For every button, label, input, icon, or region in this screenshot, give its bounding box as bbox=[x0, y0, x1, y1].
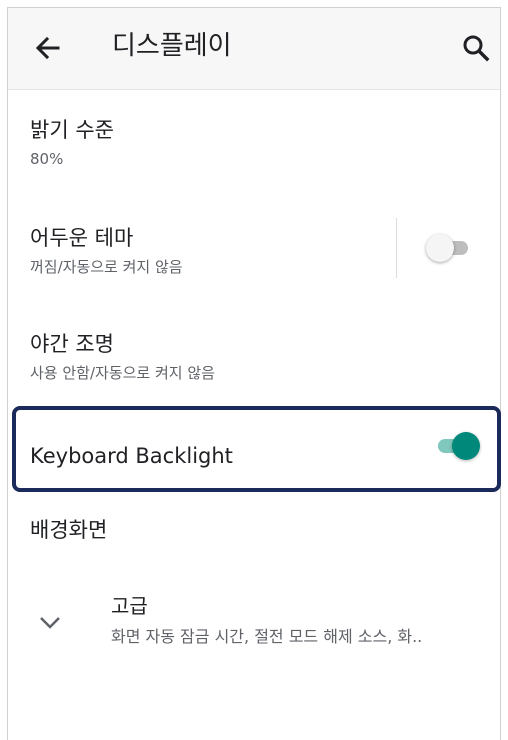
setting-brightness[interactable]: 밝기 수준 80% bbox=[8, 108, 500, 188]
setting-title: 고급 bbox=[111, 594, 148, 618]
setting-night-light[interactable]: 야간 조명 사용 안함/자동으로 켜지 않음 bbox=[8, 322, 500, 402]
setting-wallpaper[interactable]: 배경화면 bbox=[8, 510, 500, 570]
setting-title: 야간 조명 bbox=[30, 332, 114, 356]
page-title: 디스플레이 bbox=[112, 31, 232, 61]
app-bar: 디스플레이 bbox=[8, 8, 500, 90]
setting-title: 어두운 테마 bbox=[30, 226, 134, 250]
highlight-box bbox=[12, 406, 501, 492]
search-icon[interactable] bbox=[458, 30, 494, 66]
dark-theme-toggle[interactable] bbox=[426, 234, 474, 262]
divider bbox=[396, 218, 397, 278]
setting-summary: 꺼짐/자동으로 켜지 않음 bbox=[30, 258, 183, 276]
setting-advanced[interactable]: 고급 화면 자동 잠금 시간, 절전 모드 해제 소스, 화.. bbox=[8, 586, 500, 656]
arrow-left-icon[interactable] bbox=[30, 30, 66, 66]
toggle-thumb bbox=[426, 234, 454, 262]
display-settings-screen: 디스플레이 밝기 수준 80% 어두운 테마 꺼짐/자동으로 켜지 않음 야간 … bbox=[7, 7, 501, 740]
setting-summary: 사용 안함/자동으로 켜지 않음 bbox=[30, 364, 215, 382]
setting-summary: 화면 자동 잠금 시간, 절전 모드 해제 소스, 화.. bbox=[111, 627, 423, 646]
setting-title: 밝기 수준 bbox=[30, 118, 114, 142]
setting-title: 배경화면 bbox=[30, 518, 108, 542]
setting-summary: 80% bbox=[30, 150, 64, 168]
chevron-down-icon[interactable] bbox=[34, 610, 66, 634]
